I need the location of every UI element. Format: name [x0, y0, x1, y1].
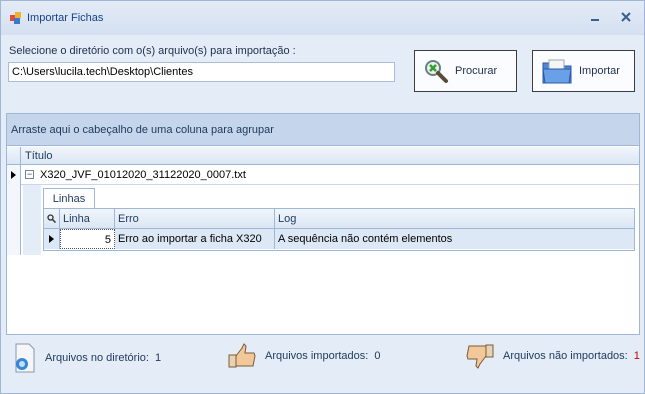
- dir-count-value: 1: [154, 352, 162, 364]
- procurar-label: Procurar: [455, 65, 498, 77]
- grid-column-header: Título: [7, 147, 639, 165]
- status-dir: Arquivos no diretório: 1: [13, 343, 161, 373]
- cell-log[interactable]: A sequência não contém elementos: [275, 229, 634, 249]
- row-arrow-icon: [49, 235, 54, 243]
- directory-prompt: Selecione o diretório com o(s) arquivo(s…: [9, 45, 296, 57]
- group-by-panel[interactable]: Arraste aqui o cabeçalho de uma coluna p…: [7, 114, 639, 146]
- form-content: Selecione o diretório com o(s) arquivo(s…: [1, 35, 644, 393]
- directory-path-input[interactable]: [8, 62, 395, 82]
- detail-area: Linhas Linha Erro Log 5 Erro ao importar…: [7, 185, 639, 255]
- import-app-icon: [10, 12, 21, 24]
- collapse-icon[interactable]: −: [25, 170, 34, 179]
- file-name: X320_JVF_01012020_31122020_0007.txt: [40, 169, 246, 181]
- files-grid: Arraste aqui o cabeçalho de uma coluna p…: [6, 113, 640, 335]
- close-button[interactable]: [616, 9, 636, 27]
- importar-label: Importar: [579, 65, 620, 77]
- detail-grid-header: Linha Erro Log: [44, 209, 634, 229]
- importar-button[interactable]: Importar: [532, 50, 635, 92]
- import-window: Importar Fichas Selecione o diretório co…: [0, 0, 645, 394]
- imported-value: 0: [374, 350, 381, 362]
- detail-indicator: [7, 185, 21, 255]
- not-imported-value: 1: [633, 350, 640, 362]
- search-icon: [47, 214, 56, 223]
- tab-linhas[interactable]: Linhas: [43, 188, 95, 208]
- search-cell[interactable]: [44, 209, 60, 229]
- row-arrow-icon: [11, 171, 16, 179]
- minimize-button[interactable]: [585, 9, 605, 27]
- status-not-imported: Arquivos não importados: 1: [465, 343, 640, 369]
- column-log[interactable]: Log: [275, 209, 634, 229]
- document-icon: [15, 343, 35, 373]
- row-indicator: [44, 229, 60, 249]
- detail-grid: Linha Erro Log 5 Erro ao importar a fich…: [43, 208, 635, 251]
- dir-count-label: Arquivos no diretório:: [45, 352, 149, 364]
- row-indicator: [7, 165, 21, 185]
- magnifier-icon: [425, 60, 448, 83]
- not-imported-label: Arquivos não importados:: [503, 350, 628, 362]
- folder-icon: [542, 59, 572, 84]
- procurar-button[interactable]: Procurar: [414, 50, 517, 92]
- imported-label: Arquivos importados:: [265, 350, 369, 362]
- table-row[interactable]: − X320_JVF_01012020_31122020_0007.txt: [7, 165, 639, 185]
- status-imported: Arquivos importados: 0: [227, 343, 380, 369]
- cell-erro[interactable]: Erro ao importar a ficha X320: [115, 229, 275, 249]
- window-title: Importar Fichas: [27, 12, 104, 24]
- column-titulo[interactable]: Título: [25, 150, 53, 162]
- minimize-icon: [591, 19, 599, 21]
- header-indicator-cell: [7, 147, 21, 165]
- detail-indent: [23, 185, 41, 255]
- cell-linha[interactable]: 5: [60, 229, 115, 249]
- column-erro[interactable]: Erro: [115, 209, 275, 229]
- title-bar: Importar Fichas: [1, 1, 644, 35]
- thumbs-up-icon: [228, 343, 256, 368]
- column-linha[interactable]: Linha: [60, 209, 115, 229]
- close-icon: [621, 12, 631, 22]
- table-row[interactable]: 5 Erro ao importar a ficha X320 A sequên…: [44, 229, 634, 249]
- thumbs-down-icon: [466, 344, 494, 369]
